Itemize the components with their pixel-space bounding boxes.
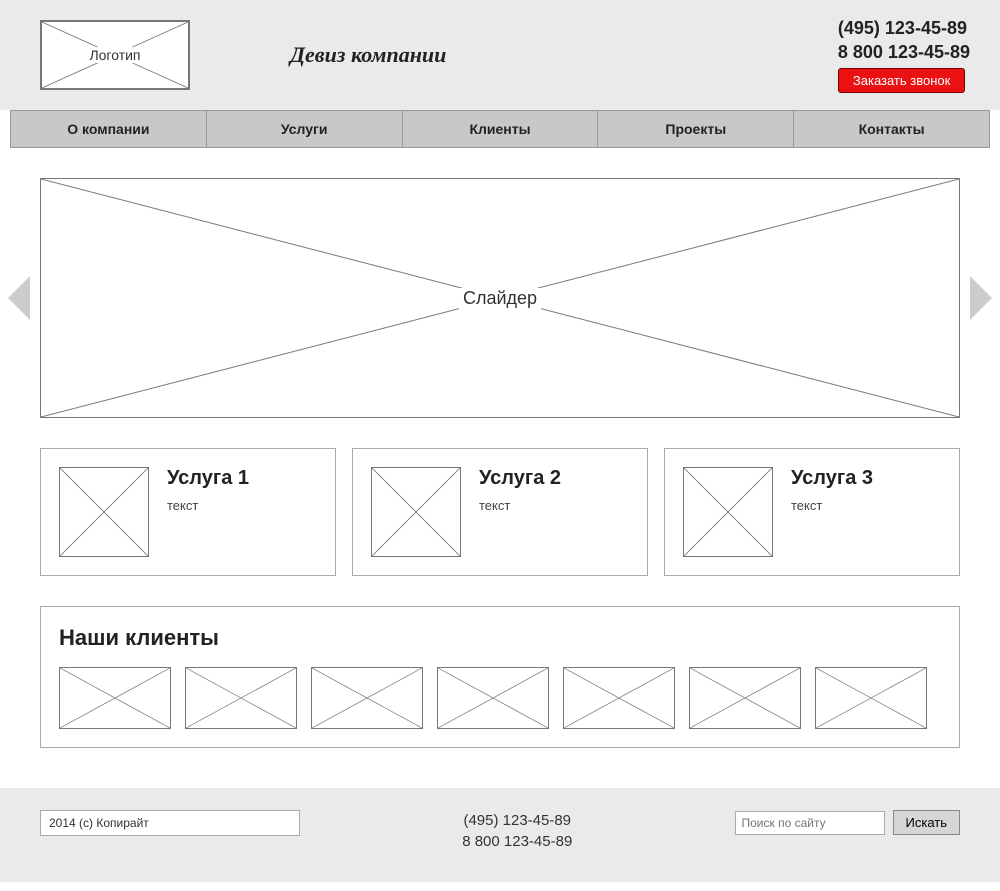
slider-next-icon[interactable] bbox=[970, 276, 992, 320]
service-card[interactable]: Услуга 3 текст bbox=[664, 448, 960, 576]
service-title: Услуга 3 bbox=[791, 467, 873, 490]
services-row: Услуга 1 текст Услуга 2 текст Услуга 3 т… bbox=[40, 448, 960, 576]
search-input[interactable] bbox=[735, 811, 885, 835]
service-image-placeholder bbox=[371, 467, 461, 557]
clients-row bbox=[59, 667, 941, 729]
header-contacts: (495) 123-45-89 8 800 123-45-89 Заказать… bbox=[838, 17, 970, 93]
service-title: Услуга 1 bbox=[167, 467, 249, 490]
callback-button[interactable]: Заказать звонок bbox=[838, 68, 965, 93]
service-text: текст bbox=[479, 498, 561, 513]
slider-label: Слайдер bbox=[459, 288, 541, 309]
client-logo-placeholder[interactable] bbox=[311, 667, 423, 729]
clients-heading: Наши клиенты bbox=[59, 625, 941, 651]
service-image-placeholder bbox=[59, 467, 149, 557]
footer-phones: (495) 123-45-89 8 800 123-45-89 bbox=[340, 810, 695, 852]
slider-prev-icon[interactable] bbox=[8, 276, 30, 320]
clients-section: Наши клиенты bbox=[40, 606, 960, 748]
client-logo-placeholder[interactable] bbox=[689, 667, 801, 729]
service-card[interactable]: Услуга 2 текст bbox=[352, 448, 648, 576]
footer-phone-primary: (495) 123-45-89 bbox=[340, 810, 695, 831]
header: Логотип Девиз компании (495) 123-45-89 8… bbox=[0, 0, 1000, 110]
nav-services[interactable]: Услуги bbox=[207, 111, 403, 147]
phone-secondary: 8 800 123-45-89 bbox=[838, 41, 970, 64]
client-logo-placeholder[interactable] bbox=[185, 667, 297, 729]
logo-label: Логотип bbox=[86, 47, 143, 63]
slider-placeholder[interactable]: Слайдер bbox=[40, 178, 960, 418]
nav-clients[interactable]: Клиенты bbox=[403, 111, 599, 147]
search-group: Искать bbox=[735, 810, 961, 835]
company-slogan: Девиз компании bbox=[260, 42, 838, 68]
client-logo-placeholder[interactable] bbox=[437, 667, 549, 729]
client-logo-placeholder[interactable] bbox=[563, 667, 675, 729]
logo-placeholder[interactable]: Логотип bbox=[40, 20, 190, 90]
footer-phone-secondary: 8 800 123-45-89 bbox=[340, 831, 695, 852]
phone-primary: (495) 123-45-89 bbox=[838, 17, 970, 40]
service-title: Услуга 2 bbox=[479, 467, 561, 490]
nav-projects[interactable]: Проекты bbox=[598, 111, 794, 147]
main-nav: О компании Услуги Клиенты Проекты Контак… bbox=[10, 110, 990, 148]
search-button[interactable]: Искать bbox=[893, 810, 961, 835]
footer: 2014 (с) Копирайт (495) 123-45-89 8 800 … bbox=[0, 788, 1000, 882]
client-logo-placeholder[interactable] bbox=[815, 667, 927, 729]
service-card[interactable]: Услуга 1 текст bbox=[40, 448, 336, 576]
client-logo-placeholder[interactable] bbox=[59, 667, 171, 729]
nav-contacts[interactable]: Контакты bbox=[794, 111, 989, 147]
slider-section: Слайдер bbox=[40, 178, 960, 418]
copyright-text: 2014 (с) Копирайт bbox=[40, 810, 300, 836]
nav-about[interactable]: О компании bbox=[11, 111, 207, 147]
service-text: текст bbox=[791, 498, 873, 513]
service-text: текст bbox=[167, 498, 249, 513]
service-image-placeholder bbox=[683, 467, 773, 557]
